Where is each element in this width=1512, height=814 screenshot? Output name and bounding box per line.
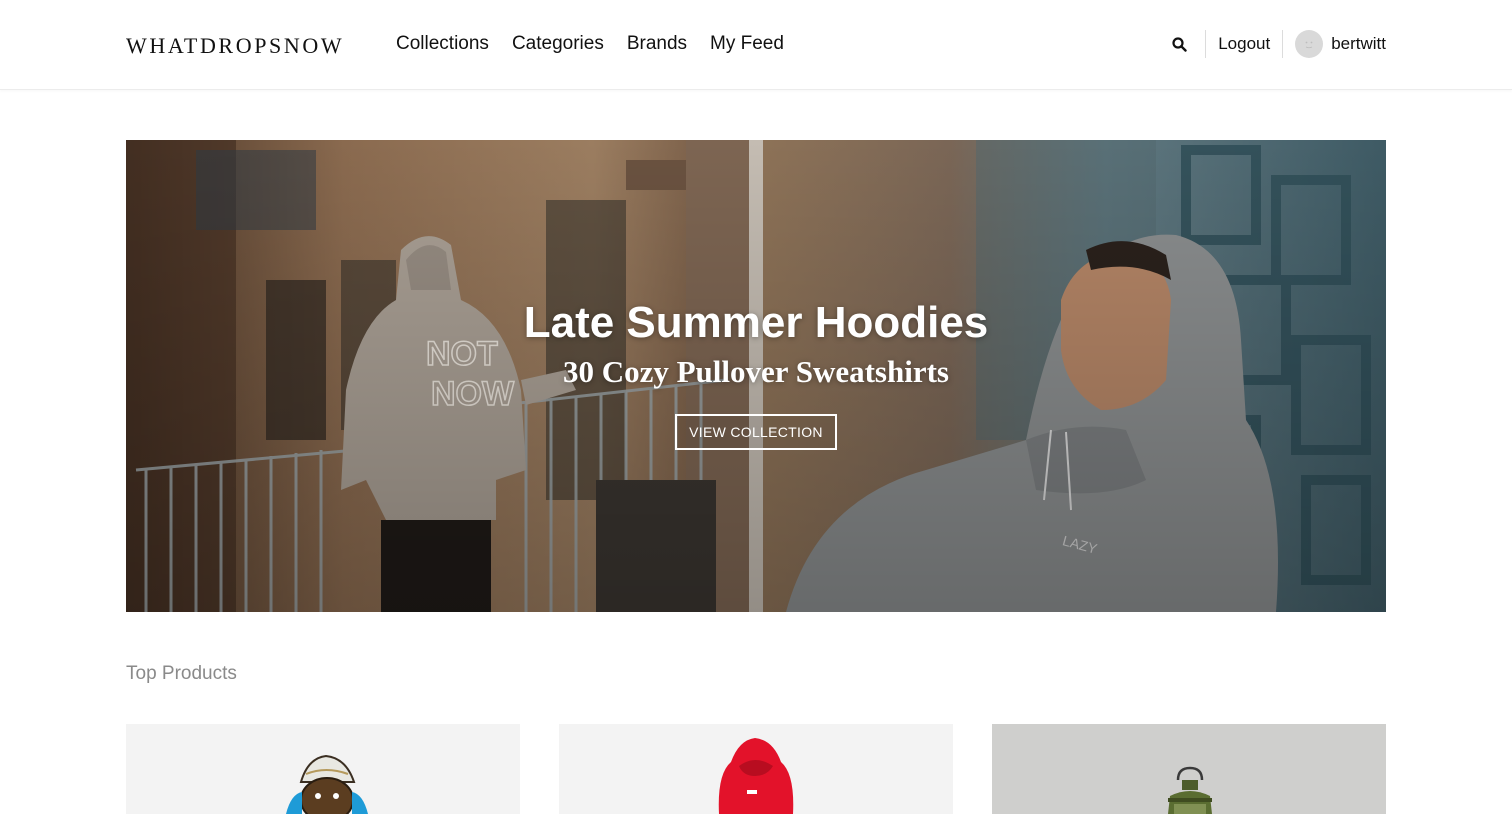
avatar[interactable] (1295, 30, 1324, 58)
site-header: WHATDROPSNOW Collections Categories Bran… (0, 0, 1512, 90)
divider (1205, 30, 1207, 58)
nav-link-categories[interactable]: Categories (512, 33, 604, 55)
hero-title: Late Summer Hoodies (523, 298, 989, 347)
product-grid (126, 724, 1386, 814)
red-hoodie-product-image (718, 738, 794, 814)
product-card[interactable] (126, 724, 520, 814)
nav-link-my-feed[interactable]: My Feed (710, 33, 784, 55)
search-icon (1172, 36, 1187, 52)
view-collection-button[interactable]: VIEW COLLECTION (675, 414, 837, 450)
site-logo[interactable]: WHATDROPSNOW (126, 33, 344, 59)
cartoon-character-product-image (286, 754, 368, 814)
section-title: Top Products (126, 663, 237, 684)
search-button[interactable] (1169, 34, 1189, 54)
hero-banner[interactable]: NOT NOW LAZY Late Summer Hoodies 30 Cozy… (126, 140, 1386, 612)
nav-link-collections[interactable]: Collections (396, 33, 489, 55)
product-card[interactable] (559, 724, 953, 814)
username-link[interactable]: bertwitt (1331, 34, 1386, 54)
user-nav: Logout bertwitt (1169, 29, 1386, 59)
hero-subtitle: 30 Cozy Pullover Sweatshirts (562, 354, 950, 389)
nav-link-brands[interactable]: Brands (627, 33, 687, 55)
main-nav: Collections Categories Brands My Feed (396, 33, 784, 55)
green-lantern-product-image (1168, 766, 1212, 814)
divider (1282, 30, 1284, 58)
hero-content: Late Summer Hoodies 30 Cozy Pullover Swe… (126, 140, 1386, 612)
product-card[interactable] (992, 724, 1386, 814)
default-avatar-icon (1305, 41, 1313, 49)
logout-link[interactable]: Logout (1218, 34, 1270, 54)
